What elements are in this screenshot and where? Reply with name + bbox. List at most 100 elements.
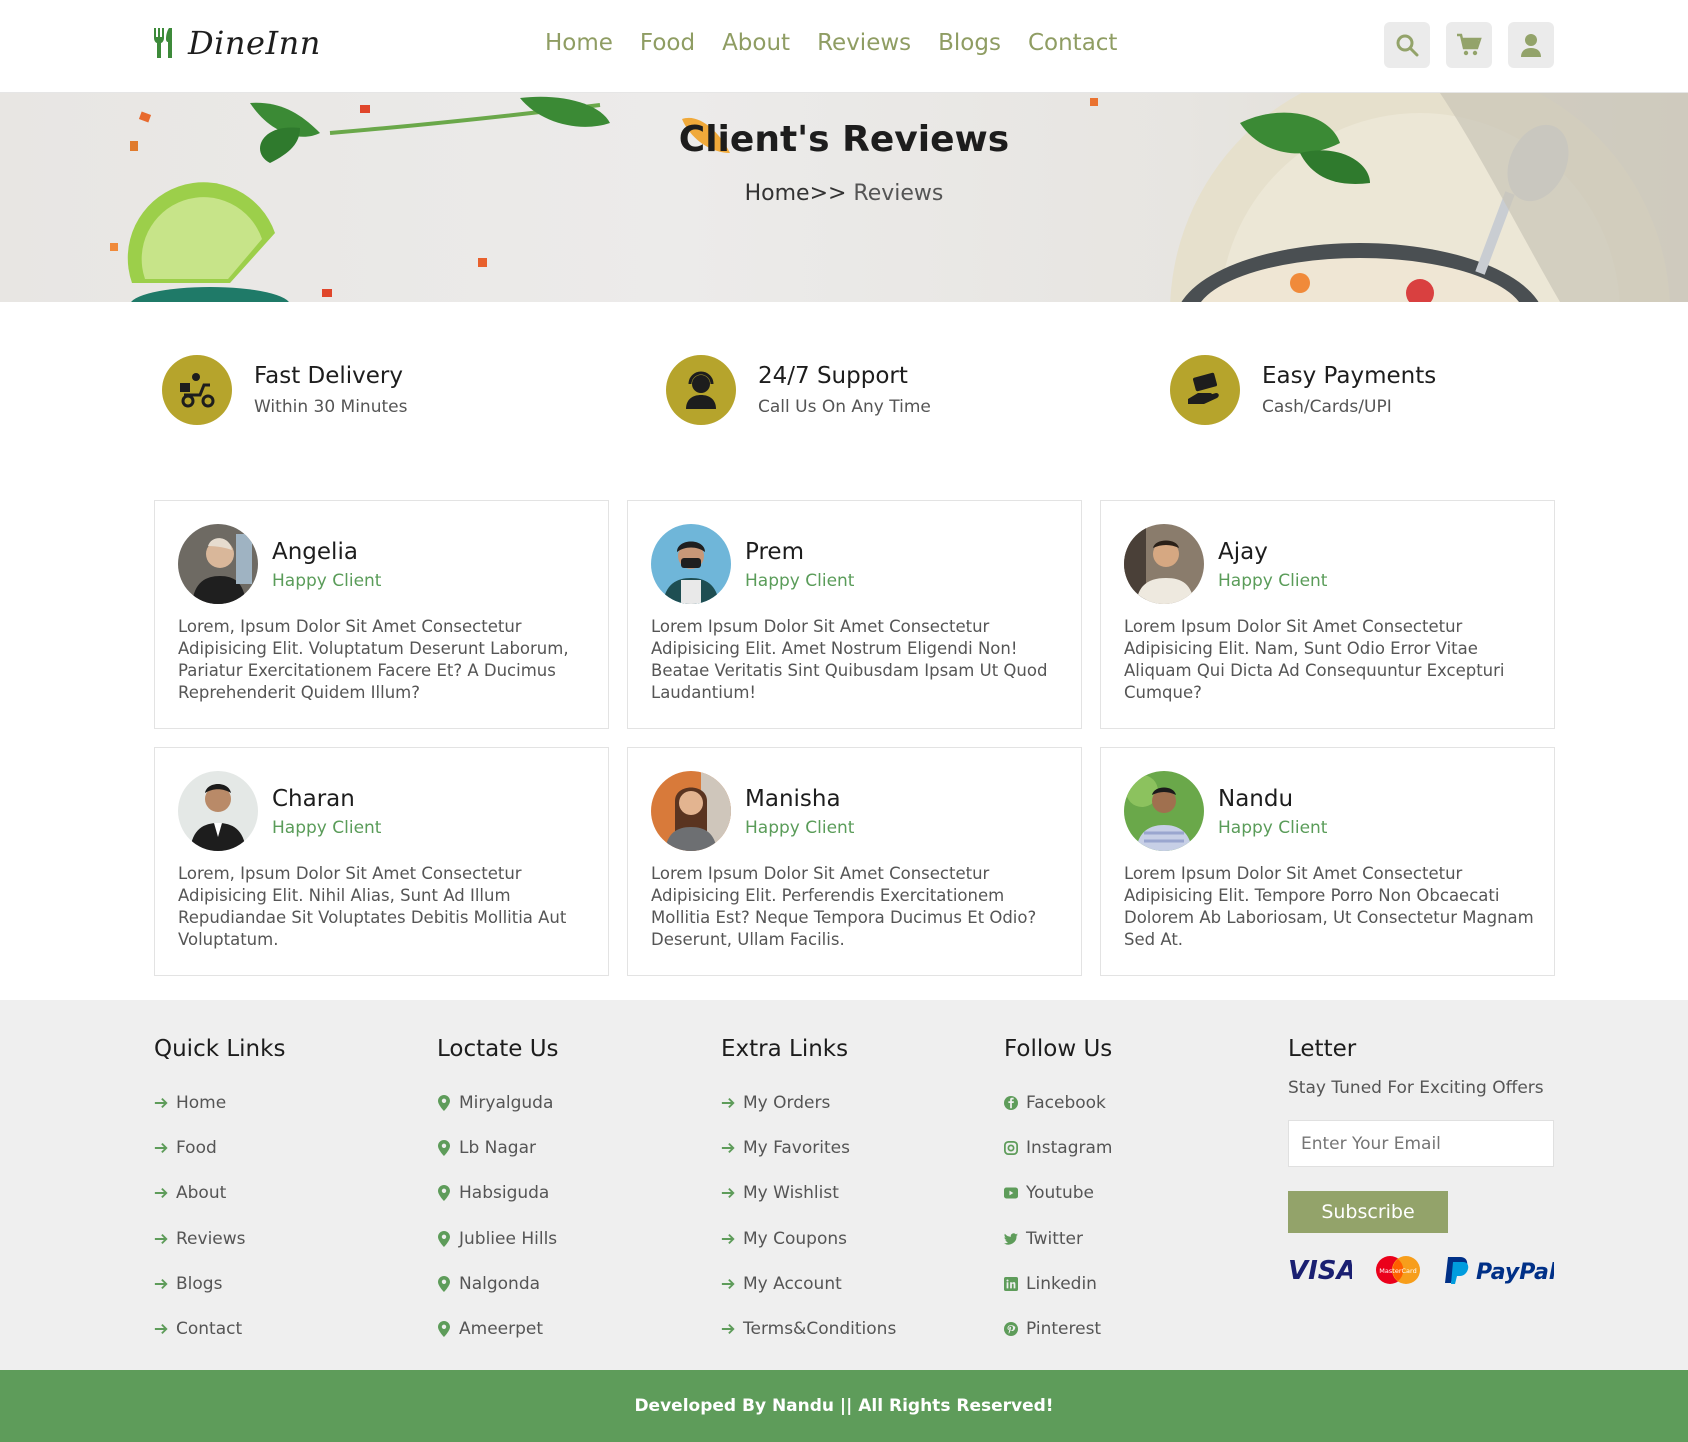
newsletter-subtitle: Stay Tuned For Exciting Offers xyxy=(1288,1078,1544,1098)
location-link[interactable]: Ameerpet xyxy=(437,1306,559,1351)
footer-heading: Extra Links xyxy=(721,1036,849,1062)
avatar xyxy=(1124,524,1204,604)
fork-knife-icon xyxy=(154,28,172,58)
site-header: DineInn Home Food About Reviews Blogs Co… xyxy=(0,0,1688,93)
cart-button[interactable] xyxy=(1446,22,1492,68)
breadcrumb-current: Reviews xyxy=(846,181,944,206)
footer-link-label: Blogs xyxy=(176,1273,223,1294)
social-twitter[interactable]: Twitter xyxy=(1004,1216,1113,1261)
arrow-right-icon xyxy=(154,1277,168,1291)
footer-quick-links: Quick Links Home Food About Reviews Blog… xyxy=(154,1036,285,1352)
footer-heading: Quick Links xyxy=(154,1036,286,1062)
location-link[interactable]: Lb Nagar xyxy=(437,1125,559,1170)
feature-title: Easy Payments xyxy=(1262,363,1437,389)
reviewer-name: Manisha xyxy=(745,786,841,812)
search-icon xyxy=(1396,34,1419,57)
feature-fast-delivery: Fast Delivery Within 30 Minutes xyxy=(162,355,407,425)
mastercard-logo: MasterCard xyxy=(1376,1256,1420,1284)
payment-icon xyxy=(1170,355,1240,425)
footer-link-food[interactable]: Food xyxy=(154,1125,285,1170)
payment-methods: VISA MasterCard PayPal xyxy=(1288,1255,1554,1285)
nav-contact[interactable]: Contact xyxy=(1028,30,1117,56)
footer-heading: Loctate Us xyxy=(437,1036,559,1062)
subscribe-button[interactable]: Subscribe xyxy=(1288,1191,1448,1233)
email-input[interactable] xyxy=(1288,1120,1554,1167)
footer-link-label: My Account xyxy=(743,1273,842,1294)
user-button[interactable] xyxy=(1508,22,1554,68)
social-youtube[interactable]: Youtube xyxy=(1004,1171,1113,1216)
footer-link-favorites[interactable]: My Favorites xyxy=(721,1125,896,1170)
paypal-text: PayPal xyxy=(1476,1260,1554,1285)
arrow-right-icon xyxy=(154,1232,168,1246)
features-row: Fast Delivery Within 30 Minutes 24/7 Sup… xyxy=(154,355,1554,435)
footer-link-about[interactable]: About xyxy=(154,1171,285,1216)
nav-reviews[interactable]: Reviews xyxy=(817,30,911,56)
footer-link-account[interactable]: My Account xyxy=(721,1261,896,1306)
reviewer-role: Happy Client xyxy=(272,818,382,838)
footer-link-label: My Wishlist xyxy=(743,1183,839,1204)
nav-home[interactable]: Home xyxy=(545,30,613,56)
footer-link-reviews[interactable]: Reviews xyxy=(154,1216,285,1261)
location-link[interactable]: Miryalguda xyxy=(437,1080,559,1125)
location-label: Ameerpet xyxy=(459,1319,544,1340)
reviewer-role: Happy Client xyxy=(1218,818,1328,838)
footer-link-wishlist[interactable]: My Wishlist xyxy=(721,1171,896,1216)
social-label: Instagram xyxy=(1026,1137,1113,1158)
arrow-right-icon xyxy=(154,1096,168,1110)
search-button[interactable] xyxy=(1384,22,1430,68)
footer-heading: Follow Us xyxy=(1004,1036,1113,1062)
footer-link-terms[interactable]: Terms&Conditions xyxy=(721,1306,896,1351)
mastercard-text: MasterCard xyxy=(1379,1267,1416,1275)
reviewer-name: Ajay xyxy=(1218,539,1268,565)
review-card: Angelia Happy Client Lorem, Ipsum Dolor … xyxy=(154,500,609,729)
footer-link-label: My Favorites xyxy=(743,1137,850,1158)
pinterest-icon xyxy=(1004,1321,1018,1337)
location-link[interactable]: Nalgonda xyxy=(437,1261,559,1306)
map-pin-icon xyxy=(437,1094,451,1111)
footer-link-home[interactable]: Home xyxy=(154,1080,285,1125)
footer-link-orders[interactable]: My Orders xyxy=(721,1080,896,1125)
feature-payments: Easy Payments Cash/Cards/UPI xyxy=(1170,355,1436,425)
footer-link-coupons[interactable]: My Coupons xyxy=(721,1216,896,1261)
footer-link-label: Home xyxy=(176,1092,227,1113)
nav-about[interactable]: About xyxy=(722,30,790,56)
arrow-right-icon xyxy=(721,1096,735,1110)
arrow-right-icon xyxy=(721,1186,735,1200)
breadcrumb-home[interactable]: Home>> xyxy=(745,181,847,206)
social-label: Youtube xyxy=(1026,1183,1094,1204)
youtube-icon xyxy=(1004,1186,1018,1200)
feature-title: 24/7 Support xyxy=(758,363,908,389)
nav-food[interactable]: Food xyxy=(640,30,695,56)
twitter-icon xyxy=(1004,1232,1018,1246)
avatar xyxy=(178,524,258,604)
location-link[interactable]: Habsiguda xyxy=(437,1171,559,1216)
reviewer-role: Happy Client xyxy=(1218,571,1328,591)
nav-blogs[interactable]: Blogs xyxy=(938,30,1001,56)
reviewer-role: Happy Client xyxy=(745,571,855,591)
copyright-bar: Developed By Nandu || All Rights Reserve… xyxy=(0,1370,1688,1442)
feature-subtitle: Call Us On Any Time xyxy=(758,397,931,417)
visa-text: VISA xyxy=(1288,1256,1352,1284)
footer-link-label: My Orders xyxy=(743,1092,831,1113)
social-label: Pinterest xyxy=(1026,1319,1102,1340)
arrow-right-icon xyxy=(154,1141,168,1155)
social-facebook[interactable]: Facebook xyxy=(1004,1080,1113,1125)
map-pin-icon xyxy=(437,1321,451,1338)
location-label: Jubliee Hills xyxy=(459,1228,558,1249)
social-instagram[interactable]: Instagram xyxy=(1004,1125,1113,1170)
feature-support: 24/7 Support Call Us On Any Time xyxy=(666,355,931,425)
cart-icon xyxy=(1457,33,1482,56)
footer-link-contact[interactable]: Contact xyxy=(154,1306,285,1351)
footer-link-blogs[interactable]: Blogs xyxy=(154,1261,285,1306)
social-linkedin[interactable]: Linkedin xyxy=(1004,1261,1113,1306)
logo[interactable]: DineInn xyxy=(150,24,321,62)
copyright-text: Developed By Nandu || All Rights Reserve… xyxy=(634,1396,1054,1416)
site-footer: Quick Links Home Food About Reviews Blog… xyxy=(0,1000,1688,1370)
review-card: Charan Happy Client Lorem, Ipsum Dolor S… xyxy=(154,747,609,976)
location-link[interactable]: Jubliee Hills xyxy=(437,1216,559,1261)
support-icon xyxy=(666,355,736,425)
social-pinterest[interactable]: Pinterest xyxy=(1004,1306,1113,1351)
feature-title: Fast Delivery xyxy=(254,363,403,389)
reviewer-name: Angelia xyxy=(272,539,358,565)
review-text: Lorem Ipsum Dolor Sit Amet Consectetur A… xyxy=(1124,864,1534,949)
